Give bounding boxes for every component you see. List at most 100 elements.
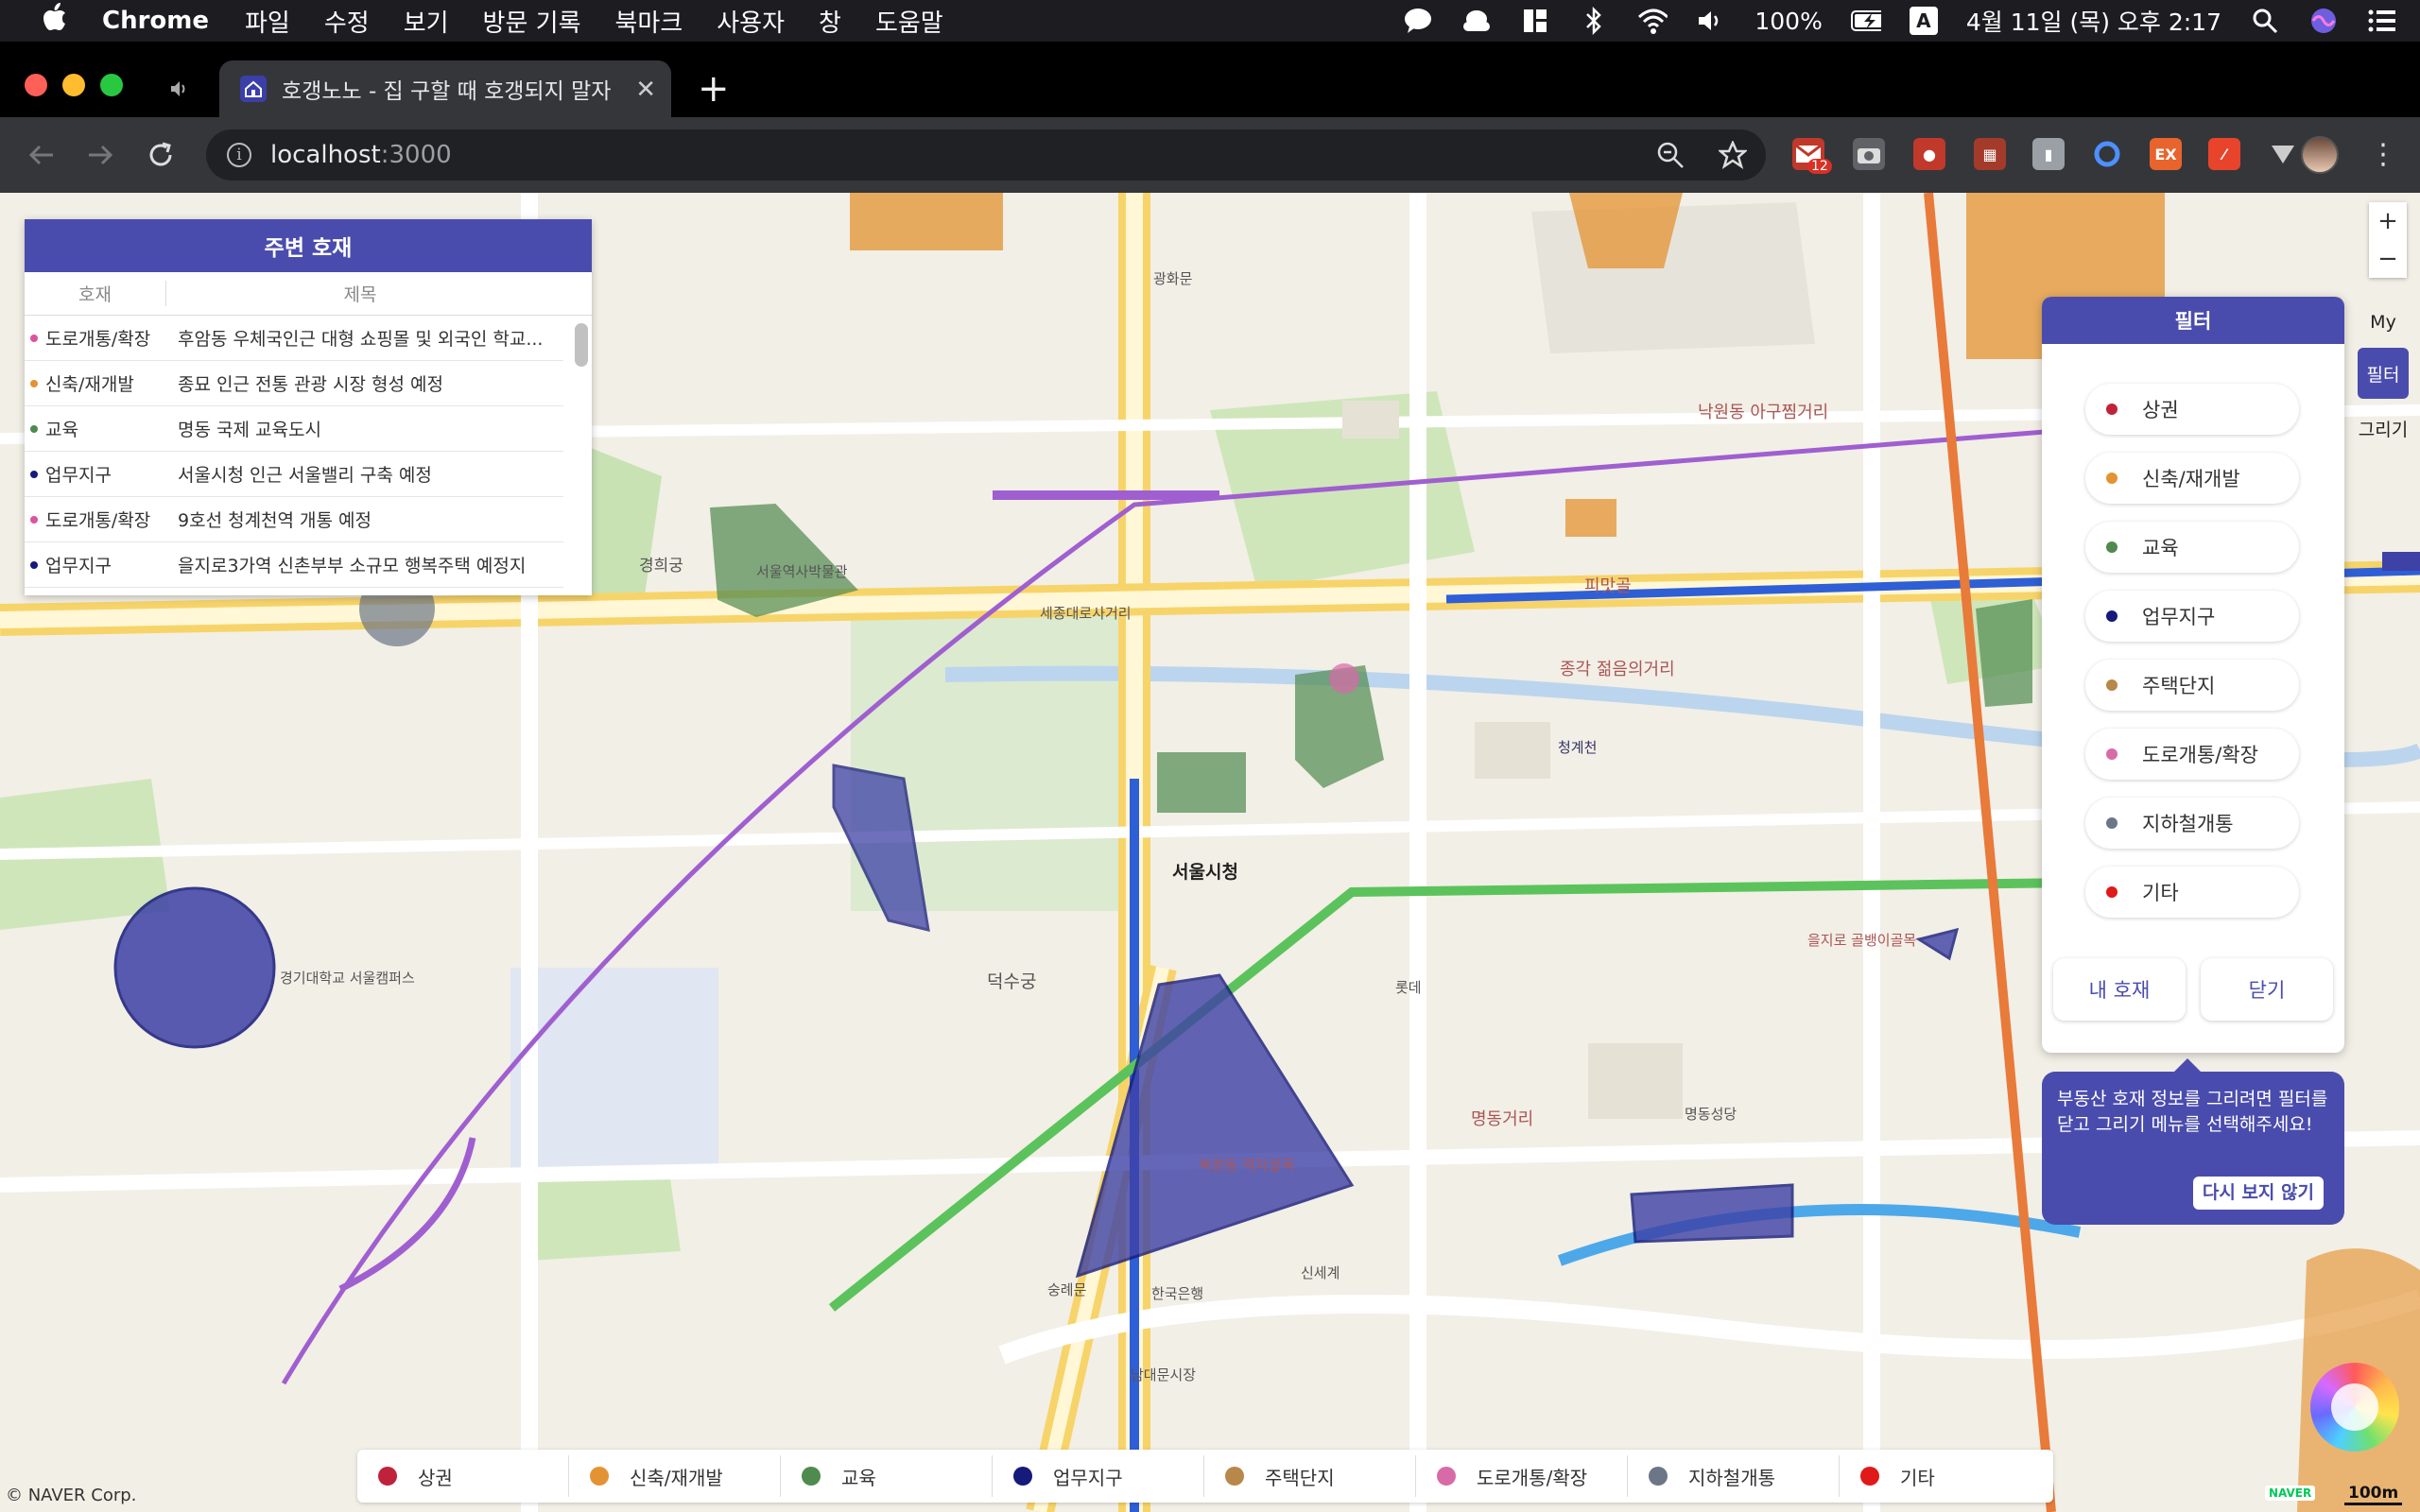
column-header-title[interactable]: 제목: [166, 281, 592, 306]
map-label-city-hall[interactable]: 서울시청: [1172, 858, 1238, 884]
camera-extension-icon[interactable]: [1853, 138, 1885, 170]
app-name-menu[interactable]: Chrome: [102, 7, 209, 35]
filter-item-housing-complex[interactable]: 주택단지: [2085, 660, 2299, 711]
draw-hint-tooltip: 부동산 호재 정보를 그리려면 필터를 닫고 그리기 메뉴를 선택해주세요! 다…: [2042, 1058, 2344, 1225]
map-label-deoksugung[interactable]: 덕수궁: [987, 968, 1036, 993]
table-row[interactable]: 업무지구 을지로3가역 신촌부부 소규모 행복주택 예정지: [25, 542, 563, 588]
map-label-jonggak-street[interactable]: 종각 젊음의거리: [1560, 656, 1675, 680]
map-label-bukchang-alley[interactable]: 북창동 먹자골목: [1199, 1155, 1294, 1175]
extension-film-icon[interactable]: ▮: [2032, 138, 2065, 170]
profile-avatar[interactable]: [2301, 136, 2339, 174]
map-label-sungnyemun[interactable]: 숭례문: [1047, 1280, 1086, 1299]
map-label-seoul-museum[interactable]: 서울역사박물관: [756, 561, 848, 581]
tab-close-icon[interactable]: ✕: [635, 76, 656, 104]
bookmark-star-icon[interactable]: [1717, 139, 1749, 176]
browser-tab-active[interactable]: 호갱노노 - 집 구할 때 호갱되지 말자 ✕: [219, 60, 671, 117]
menu-file[interactable]: 파일: [245, 4, 290, 39]
menu-history[interactable]: 방문 기록: [483, 4, 581, 39]
table-row[interactable]: 업무지구 서울시청 인근 서울밸리 구축 예정: [25, 452, 563, 497]
map-zoom-control: + −: [2369, 202, 2407, 278]
extension-v-icon[interactable]: [2267, 138, 2299, 170]
menubar-clock[interactable]: 4월 11일 (목) 오후 2:17: [1966, 4, 2221, 38]
zoom-lens-icon[interactable]: [1656, 141, 1685, 176]
menu-help[interactable]: 도움말: [875, 4, 943, 39]
extension-ex-icon[interactable]: EX: [2150, 138, 2182, 170]
forward-arrow-icon[interactable]: [81, 136, 119, 174]
bluetooth-icon[interactable]: [1579, 6, 1609, 36]
map-label-kyonggi-univ[interactable]: 경기대학교 서울캠퍼스: [280, 968, 415, 988]
layout-icon[interactable]: [1520, 6, 1550, 36]
map-label-nakwon-street[interactable]: 낙원동 아구찜거리: [1698, 399, 1828, 423]
map-canvas[interactable]: 서울시청 덕수궁 청계천 명동거리 북창동 먹자골목 을지로 골뱅이골목 서울역…: [0, 193, 2420, 1512]
column-header-category[interactable]: 호재: [25, 281, 166, 306]
back-arrow-icon[interactable]: [23, 136, 60, 174]
zoom-out-button[interactable]: −: [2369, 240, 2407, 278]
menu-bookmarks[interactable]: 북마크: [615, 4, 683, 39]
menu-view[interactable]: 보기: [404, 4, 449, 39]
map-label-myeongdong-street[interactable]: 명동거리: [1471, 1106, 1533, 1130]
filter-color-dot: [2106, 679, 2118, 691]
tab-draw[interactable]: 그리기: [2358, 403, 2409, 454]
map-label-shinsegae[interactable]: 신세계: [1301, 1263, 1340, 1282]
table-row[interactable]: 신축/재개발 종묘 인근 전통 관광 시장 형성 예정: [25, 361, 563, 406]
filter-item-subway-opening[interactable]: 지하철개통: [2085, 798, 2299, 849]
filter-item-education[interactable]: 교육: [2085, 522, 2299, 573]
map-label-bank-of-korea[interactable]: 한국은행: [1151, 1283, 1203, 1303]
filter-item-label: 주택단지: [2142, 675, 2216, 697]
row-category: 도로개통/확장: [45, 329, 151, 350]
close-window-button[interactable]: [25, 74, 47, 96]
messages-icon[interactable]: [1403, 6, 1433, 36]
siri-icon[interactable]: [2308, 6, 2339, 36]
map-label-cheonggyecheon[interactable]: 청계천: [1558, 737, 1597, 757]
close-filter-button[interactable]: 닫기: [2201, 958, 2333, 1021]
filter-item-business-district[interactable]: 업무지구: [2085, 591, 2299, 642]
map-label-sejong-intersection[interactable]: 세종대로사거리: [1040, 603, 1132, 623]
filter-item-commercial[interactable]: 상권: [2085, 384, 2299, 435]
extension-gift-icon[interactable]: ▦: [1974, 138, 2006, 170]
extension-ring-icon[interactable]: [2091, 138, 2123, 170]
apple-menu-icon[interactable]: [36, 3, 74, 39]
table-row[interactable]: 도로개통/확장 후암동 우체국인근 대형 쇼핑몰 및 외국인 학교...: [25, 316, 563, 361]
tab-my[interactable]: My: [2358, 297, 2409, 348]
zoom-in-button[interactable]: +: [2369, 202, 2407, 240]
menu-edit[interactable]: 수정: [324, 4, 370, 39]
reload-icon[interactable]: [142, 136, 180, 174]
table-row[interactable]: 교육 명동 국제 교육도시: [25, 406, 563, 452]
tab-audio-icon[interactable]: [170, 79, 191, 102]
map-label-eulji-alley[interactable]: 을지로 골뱅이골목: [1807, 930, 1916, 950]
filter-item-road-expansion[interactable]: 도로개통/확장: [2085, 729, 2299, 780]
table-row[interactable]: 도로개통/확장 9호선 청계천역 개통 예정: [25, 497, 563, 542]
extension-red-icon[interactable]: ●: [1913, 138, 1945, 170]
legend-color-dot: [1649, 1467, 1668, 1486]
minimize-window-button[interactable]: [62, 74, 85, 96]
new-tab-button[interactable]: +: [698, 70, 730, 108]
spotlight-search-icon[interactable]: [2250, 6, 2280, 36]
dont-show-again-button[interactable]: 다시 보지 않기: [2192, 1177, 2324, 1210]
chrome-menu-icon[interactable]: ⋮: [2369, 138, 2397, 172]
map-label-lotte[interactable]: 롯데: [1395, 977, 1422, 997]
battery-icon[interactable]: [1850, 6, 1881, 36]
nearby-panel-scrollbar[interactable]: [575, 323, 588, 367]
menu-window[interactable]: 창: [819, 4, 841, 39]
filter-item-redevelopment[interactable]: 신축/재개발: [2085, 453, 2299, 504]
filter-item-etc[interactable]: 기타: [2085, 867, 2299, 918]
wifi-icon[interactable]: [1637, 6, 1668, 36]
naver-logo[interactable]: NAVER: [2265, 1486, 2316, 1501]
tab-filter[interactable]: 필터: [2358, 348, 2409, 399]
extension-translate-icon[interactable]: ⁄: [2208, 138, 2240, 170]
maximize-window-button[interactable]: [100, 74, 123, 96]
notification-center-icon[interactable]: [2367, 6, 2397, 36]
volume-icon[interactable]: [1696, 6, 1726, 36]
map-label-pimatgol[interactable]: 피맛골: [1584, 573, 1632, 597]
map-label-gyeonghuigung[interactable]: 경희궁: [639, 552, 683, 576]
site-info-icon[interactable]: i: [227, 143, 251, 167]
input-source-indicator[interactable]: A: [1909, 7, 1938, 35]
address-bar[interactable]: i localhost:3000: [206, 129, 1766, 180]
color-wheel-button[interactable]: [2310, 1363, 2399, 1452]
map-label-namdaemun[interactable]: 남대문시장: [1131, 1365, 1196, 1384]
my-hazards-button[interactable]: 내 호재: [2053, 958, 2186, 1021]
menu-people[interactable]: 사용자: [717, 4, 785, 39]
map-label-myeongdong-cathedral[interactable]: 명동성당: [1685, 1104, 1737, 1124]
map-label-gwanghwamun[interactable]: 광화문: [1153, 268, 1192, 288]
cloud-icon[interactable]: [1461, 6, 1492, 36]
